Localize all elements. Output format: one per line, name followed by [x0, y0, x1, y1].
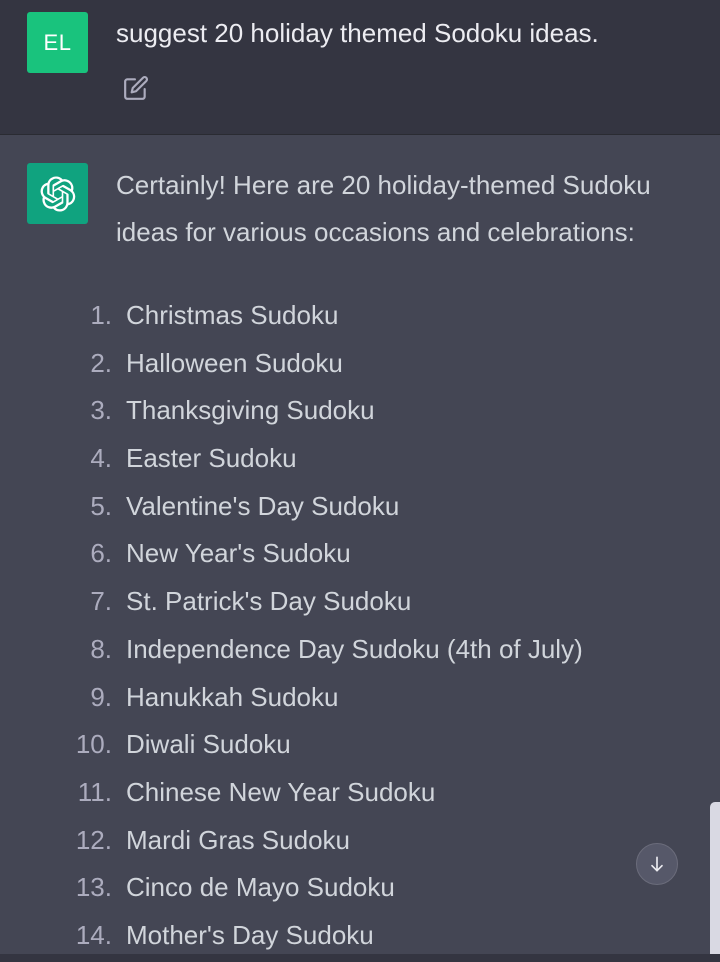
list-text: Thanksgiving Sudoku [126, 395, 375, 426]
edit-icon [124, 76, 148, 100]
list-number: 5. [90, 490, 112, 521]
list-text: St. Patrick's Day Sudoku [126, 586, 412, 617]
list-number: 11. [77, 776, 112, 807]
list-text: Diwali Sudoku [126, 729, 291, 760]
list-text: Valentine's Day Sudoku [126, 490, 400, 521]
chat-page: EL suggest 20 holiday themed Sodoku idea… [0, 0, 720, 962]
user-avatar-initials: EL [43, 29, 72, 55]
user-avatar: EL [27, 12, 88, 73]
intro-line-2: ideas for various occasions and celebrat… [116, 217, 635, 247]
list-number: 14. [75, 919, 112, 950]
list-text: New Year's Sudoku [126, 538, 351, 569]
assistant-avatar [27, 163, 88, 224]
list-number: 3. [90, 395, 112, 426]
list-text: Mother's Day Sudoku [126, 919, 374, 950]
list-text: Independence Day Sudoku (4th of July) [126, 633, 583, 664]
user-message-text: suggest 20 holiday themed Sodoku ideas. [116, 18, 599, 48]
list-number: 12. [75, 824, 112, 855]
list-number: 4. [90, 443, 112, 474]
openai-logo-icon [40, 175, 75, 212]
scrollbar-thumb[interactable] [710, 802, 720, 962]
arrow-down-icon [651, 856, 663, 872]
list-text: Mardi Gras Sudoku [126, 824, 350, 855]
list-number: 2. [90, 347, 112, 378]
list-text: Halloween Sudoku [126, 347, 343, 378]
edit-message-button[interactable] [120, 72, 152, 104]
bottom-edge [0, 954, 720, 962]
list-number: 1. [90, 300, 112, 330]
list-number: 9. [90, 681, 112, 712]
list-text: Chinese New Year Sudoku [126, 776, 436, 807]
list-number: 8. [90, 633, 112, 664]
assistant-intro: Certainly! Here are 20 holiday-themed Su… [116, 162, 696, 256]
list-text: Easter Sudoku [126, 443, 297, 474]
list-number: 6. [90, 538, 112, 569]
user-message: EL suggest 20 holiday themed Sodoku idea… [0, 0, 720, 135]
list-text: Hanukkah Sudoku [126, 681, 339, 712]
assistant-message: Certainly! Here are 20 holiday-themed Su… [0, 135, 720, 962]
list-text: Cinco de Mayo Sudoku [126, 872, 395, 903]
list-number: 7. [90, 586, 112, 617]
list-text: Christmas Sudoku [126, 300, 339, 330]
intro-line-1: Certainly! Here are 20 holiday-themed Su… [116, 170, 651, 200]
list-number: 13. [75, 872, 112, 903]
scroll-to-bottom-button[interactable] [636, 843, 678, 885]
list-number: 10. [75, 729, 112, 760]
